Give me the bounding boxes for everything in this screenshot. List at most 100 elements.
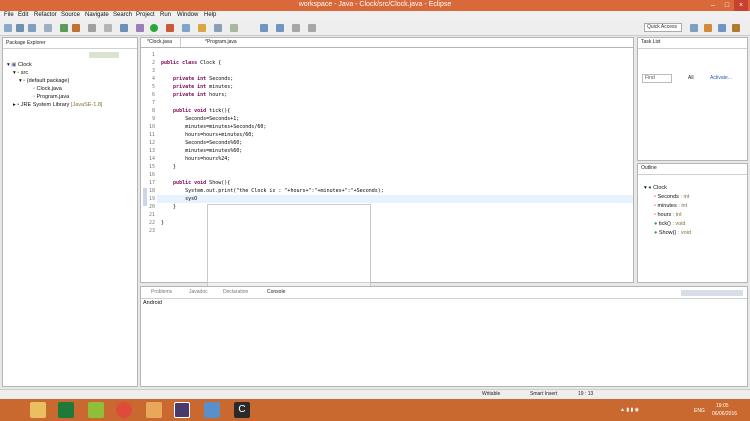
line-number-gutter: 1 2 3 4 5 6 7 8 9 10 11 12 13 14 15 16 1… bbox=[141, 48, 156, 282]
outline-type: : int bbox=[678, 203, 688, 209]
outline-item-class[interactable]: ▾ ● Clock bbox=[644, 185, 667, 191]
code-line: } bbox=[161, 164, 177, 170]
tab-package-explorer[interactable]: Package Explorer bbox=[6, 39, 45, 48]
outline-item-field[interactable]: ▫ minutes : int bbox=[654, 203, 687, 209]
code-line: sysO bbox=[161, 196, 198, 202]
toggle-icon[interactable] bbox=[88, 24, 96, 32]
excel-icon[interactable] bbox=[58, 402, 74, 418]
line-number: 9 bbox=[151, 116, 155, 122]
tab-clock-java[interactable]: *Clock.java bbox=[145, 38, 182, 47]
debug-icon[interactable] bbox=[60, 24, 68, 32]
build-icon[interactable] bbox=[120, 24, 128, 32]
open-type-icon[interactable] bbox=[214, 24, 222, 32]
explorer-toolbar-icons[interactable] bbox=[89, 52, 119, 58]
package-explorer-panel: Package Explorer ▾ ▣ Clock ▾ ▪ src ▾ ▪ (… bbox=[2, 37, 138, 387]
minimize-button[interactable]: – bbox=[706, 0, 720, 11]
menu-edit[interactable]: Edit bbox=[18, 12, 28, 18]
tab-problems[interactable]: Problems bbox=[151, 288, 172, 297]
menu-search[interactable]: Search bbox=[113, 12, 132, 18]
tree-default-package[interactable]: ▾ ▪ (default package) bbox=[19, 78, 69, 84]
window-titlebar: workspace - Java - Clock/src/Clock.java … bbox=[0, 0, 750, 11]
outline-label: tick() bbox=[658, 221, 671, 227]
line-number: 2 bbox=[151, 60, 155, 66]
tree-label: src bbox=[20, 70, 29, 76]
menu-window[interactable]: Window bbox=[177, 12, 198, 18]
taskbar: C ▲ ▮ ▮ ◉ ENG 19:05 06/06/2016 bbox=[0, 399, 750, 421]
java-perspective-icon[interactable] bbox=[718, 24, 726, 32]
code-editor[interactable]: 1 2 3 4 5 6 7 8 9 10 11 12 13 14 15 16 1… bbox=[140, 47, 634, 320]
tree-program-java[interactable]: ▫ Program.java bbox=[33, 94, 69, 100]
forward-icon[interactable] bbox=[308, 24, 316, 32]
new-package-icon[interactable] bbox=[198, 24, 206, 32]
eclipse-icon[interactable] bbox=[174, 402, 190, 418]
java-ee-perspective-icon[interactable] bbox=[704, 24, 712, 32]
menu-file[interactable]: File bbox=[4, 12, 14, 18]
tab-outline[interactable]: Outline bbox=[641, 164, 657, 173]
print-icon[interactable] bbox=[44, 24, 52, 32]
outline-item-field[interactable]: ▫ Seconds : int bbox=[654, 194, 689, 200]
utorrent-icon[interactable] bbox=[88, 402, 104, 418]
task-all-link[interactable]: All bbox=[688, 75, 694, 81]
task-list-panel: Task List Find All Activate... bbox=[637, 37, 748, 161]
tray-icons[interactable]: ▲ ▮ ▮ ◉ bbox=[620, 407, 639, 413]
menu-run[interactable]: Run bbox=[160, 12, 171, 18]
debug-perspective-icon[interactable] bbox=[732, 24, 740, 32]
app-icon[interactable] bbox=[204, 402, 220, 418]
line-number: 23 bbox=[148, 228, 155, 234]
tray-time[interactable]: 19:05 bbox=[716, 403, 729, 409]
tab-javadoc[interactable]: Javadoc bbox=[189, 288, 208, 297]
debug-run-icon[interactable] bbox=[136, 24, 144, 32]
chrome-icon[interactable] bbox=[116, 402, 132, 418]
back-icon[interactable] bbox=[292, 24, 300, 32]
tool-icon[interactable] bbox=[72, 24, 80, 32]
close-button[interactable]: × bbox=[734, 0, 748, 11]
cmd-icon[interactable]: C bbox=[234, 402, 250, 418]
outline-item-method[interactable]: ● tick() : void bbox=[654, 221, 685, 227]
tray-date[interactable]: 06/06/2016 bbox=[712, 411, 737, 417]
line-number: 12 bbox=[148, 140, 155, 146]
tree-label: Clock bbox=[18, 62, 32, 68]
code-line: hours=hours%24; bbox=[161, 156, 231, 162]
save-icon[interactable] bbox=[16, 24, 24, 32]
tab-console[interactable]: Console bbox=[263, 288, 290, 297]
menu-source[interactable]: Source bbox=[61, 12, 80, 18]
search-icon[interactable] bbox=[230, 24, 238, 32]
current-line-highlight bbox=[157, 195, 633, 203]
menu-help[interactable]: Help bbox=[204, 12, 216, 18]
menu-navigate[interactable]: Navigate bbox=[85, 12, 109, 18]
start-button[interactable] bbox=[4, 402, 20, 418]
console-text: Android bbox=[143, 300, 162, 306]
mark-icon[interactable] bbox=[104, 24, 112, 32]
tree-jre-library[interactable]: ▸ ▪ JRE System Library [JavaSE-1.8] bbox=[13, 102, 102, 108]
new-class-icon[interactable] bbox=[182, 24, 190, 32]
console-toolbar-icons[interactable] bbox=[681, 290, 743, 296]
store-icon[interactable] bbox=[146, 402, 162, 418]
tree-src[interactable]: ▾ ▪ src bbox=[13, 70, 28, 76]
open-perspective-icon[interactable] bbox=[690, 24, 698, 32]
menu-refactor[interactable]: Refactor bbox=[34, 12, 57, 18]
new-icon[interactable] bbox=[4, 24, 12, 32]
quick-access-input[interactable]: Quick Access bbox=[644, 23, 682, 32]
prev-annotation-icon[interactable] bbox=[276, 24, 284, 32]
menu-project[interactable]: Project bbox=[136, 12, 155, 18]
tray-language[interactable]: ENG bbox=[694, 408, 705, 414]
tree-project-clock[interactable]: ▾ ▣ Clock bbox=[7, 62, 32, 68]
external-tools-icon[interactable] bbox=[166, 24, 174, 32]
tab-task-list[interactable]: Task List bbox=[641, 38, 660, 47]
tab-declaration[interactable]: Declaration bbox=[223, 288, 248, 297]
task-find-input[interactable]: Find bbox=[642, 74, 672, 83]
window-title: workspace - Java - Clock/src/Clock.java … bbox=[298, 1, 452, 8]
bottom-panel: Problems Javadoc Declaration Console And… bbox=[140, 286, 748, 387]
task-activate-link[interactable]: Activate... bbox=[710, 75, 732, 81]
save-all-icon[interactable] bbox=[28, 24, 36, 32]
run-icon[interactable] bbox=[150, 24, 158, 32]
outline-item-field[interactable]: ▫ hours : int bbox=[654, 212, 682, 218]
file-explorer-icon[interactable] bbox=[30, 402, 46, 418]
line-number: 22 bbox=[148, 220, 155, 226]
outline-item-method[interactable]: ● Show() : void bbox=[654, 230, 691, 236]
line-number: 13 bbox=[148, 148, 155, 154]
tab-program-java[interactable]: *Program.java bbox=[199, 38, 243, 47]
next-annotation-icon[interactable] bbox=[260, 24, 268, 32]
maximize-button[interactable]: □ bbox=[720, 0, 734, 11]
tree-clock-java[interactable]: ▫ Clock.java bbox=[33, 86, 62, 92]
